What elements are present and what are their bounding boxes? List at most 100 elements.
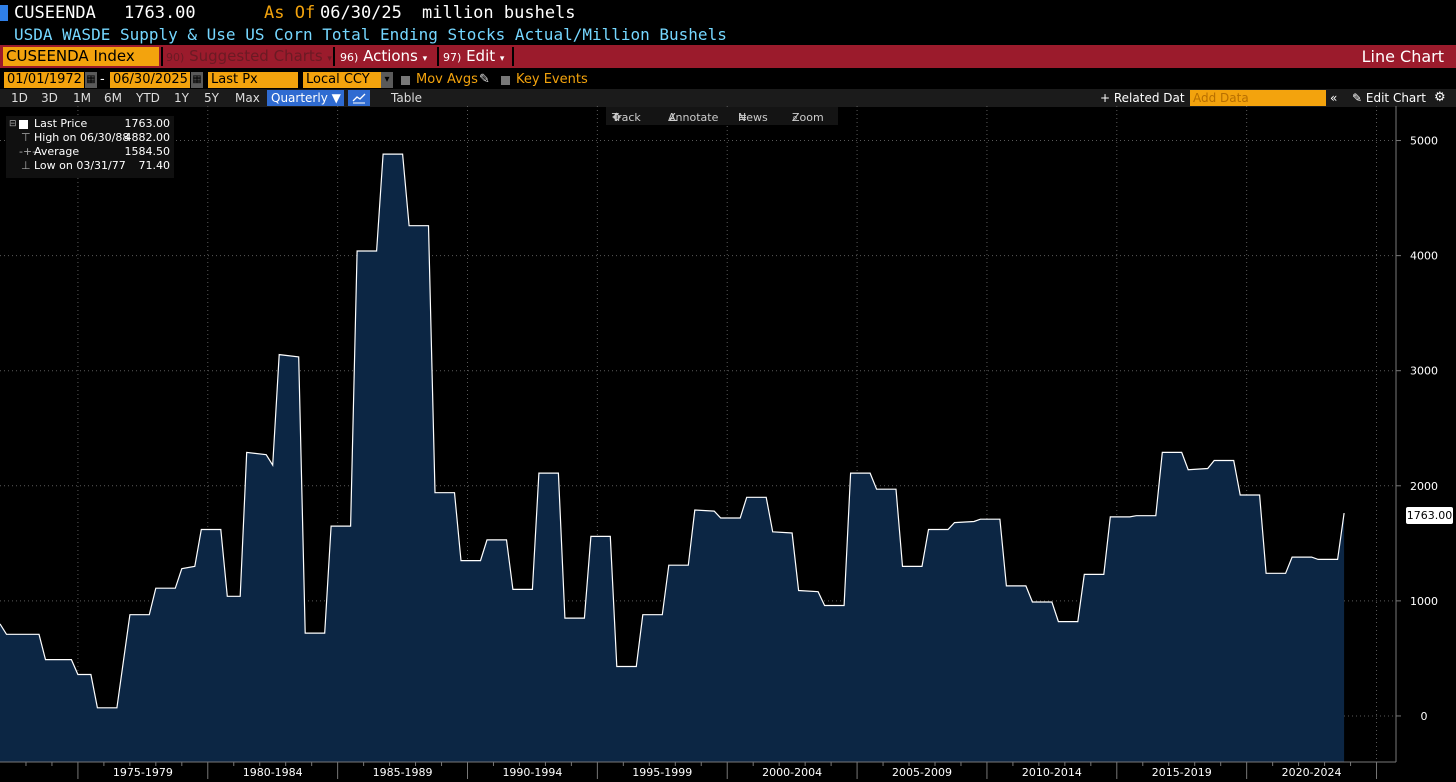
chart-style-svg xyxy=(352,93,366,104)
menu-separator xyxy=(437,47,439,66)
cursor-marker xyxy=(0,5,8,21)
field-select[interactable]: Last Px xyxy=(208,72,298,88)
edit-chart-button[interactable]: ✎ Edit Chart xyxy=(1352,89,1426,107)
description-row: USDA WASDE Supply & Use US Corn Total En… xyxy=(0,25,1456,45)
suggested-charts-menu[interactable]: 90) Suggested Charts ▾ xyxy=(166,47,332,66)
period-1d[interactable]: 1D xyxy=(11,89,28,107)
related-data-button[interactable]: + Related Dat xyxy=(1100,89,1185,107)
end-date-input[interactable]: 06/30/2025 xyxy=(110,72,190,88)
zoom-label: Zoom xyxy=(792,111,824,124)
y-tick-label: 5000 xyxy=(1410,135,1438,148)
frequency-select[interactable]: Quarterly ▼ xyxy=(267,90,344,106)
period-6m[interactable]: 6M xyxy=(104,89,122,107)
y-tick-label: 1000 xyxy=(1410,595,1438,608)
as-of-date: 06/30/25 xyxy=(320,3,402,23)
legend-value: 1584.50 xyxy=(124,145,171,158)
last-value-tag: 1763.00 xyxy=(1406,507,1453,524)
key-events-checkbox[interactable] xyxy=(501,76,510,85)
legend-marker xyxy=(19,120,28,129)
period-max[interactable]: Max xyxy=(235,89,260,107)
edit-chart-label: Edit Chart xyxy=(1365,91,1426,105)
date-dash: - xyxy=(100,72,105,87)
legend-name: Low on 03/31/77 xyxy=(34,159,126,172)
high-marker-icon: ⊤ xyxy=(21,131,31,144)
x-tick-label: 1975-1979 xyxy=(113,766,173,779)
actions-arrow-icon: ▾ xyxy=(422,54,428,64)
x-tick-label: 2000-2004 xyxy=(762,766,822,779)
legend-value: 71.40 xyxy=(138,159,171,172)
legend-last-price: ⊟ Last Price 1763.00 xyxy=(6,117,174,131)
currency-dropdown-icon[interactable]: ▾ xyxy=(381,72,393,88)
x-tick-label: 2005-2009 xyxy=(892,766,952,779)
security-description: USDA WASDE Supply & Use US Corn Total En… xyxy=(14,25,727,44)
last-value: 1763.00 xyxy=(124,3,196,23)
key-events-label[interactable]: Key Events xyxy=(516,72,588,88)
x-tick-labels: 1975-1979 1980-1984 1985-1989 1990-1994 1995… xyxy=(25,762,1378,779)
as-of-label: As Of xyxy=(264,3,316,23)
suggested-num: 90) xyxy=(166,51,185,64)
mov-avgs-checkbox[interactable] xyxy=(401,76,410,85)
legend-name: High on 06/30/88 xyxy=(34,131,130,144)
annotate-label: Annotate xyxy=(668,111,719,124)
security-input[interactable]: CUSEENDA Index xyxy=(3,47,159,66)
header-row: CUSEENDA 1763.00 As Of 06/30/25 million … xyxy=(0,0,1456,26)
edit-label: Edit xyxy=(466,47,496,65)
x-tick-label: 2020-2024 xyxy=(1282,766,1342,779)
pencil-icon[interactable]: ✎ xyxy=(479,72,490,88)
suggested-arrow-icon: ▾ xyxy=(327,54,332,64)
y-tick-label: 0 xyxy=(1421,710,1428,723)
period-1m[interactable]: 1M xyxy=(73,89,91,107)
frequency-arrow-icon: ▼ xyxy=(331,91,341,105)
legend-average: -+- Average 1584.50 xyxy=(6,145,174,159)
x-tick-label: 2015-2019 xyxy=(1152,766,1212,779)
gear-icon[interactable]: ⚙ xyxy=(1434,89,1446,107)
edit-pencil-icon: ✎ xyxy=(1352,91,1363,105)
legend-toggle-icon[interactable]: ⊟ xyxy=(9,117,17,131)
end-calendar-icon[interactable]: ▦ xyxy=(191,72,203,88)
edit-menu[interactable]: 97) Edit ▾ xyxy=(443,47,504,66)
legend-value: 1763.00 xyxy=(124,117,171,130)
x-tick-label: 1995-1999 xyxy=(632,766,692,779)
actions-label: Actions xyxy=(363,47,418,65)
menu-bar: CUSEENDA Index 90) Suggested Charts ▾ 96… xyxy=(0,45,1456,68)
start-date-input[interactable]: 01/01/1972 xyxy=(4,72,84,88)
period-5y[interactable]: 5Y xyxy=(204,89,219,107)
actions-num: 96) xyxy=(340,51,359,64)
chart-tools: ✥ Track ∠ Annotate ≡ News ⌕ Zoom xyxy=(606,107,838,125)
legend-value: 4882.00 xyxy=(124,131,171,144)
chart-area[interactable]: 0 1000 2000 3000 4000 5000 1975-1979 1980-1984… xyxy=(0,106,1456,782)
menu-separator xyxy=(512,47,514,66)
track-label: Track xyxy=(612,111,641,124)
legend-panel: ⊟ Last Price 1763.00 ⊤ High on 06/30/88 … xyxy=(6,116,174,178)
currency-select[interactable]: Local CCY xyxy=(303,72,381,88)
actions-menu[interactable]: 96) Actions ▾ xyxy=(340,47,427,66)
ticker-code: CUSEENDA xyxy=(14,3,96,23)
period-1y[interactable]: 1Y xyxy=(174,89,189,107)
frequency-label: Quarterly xyxy=(271,91,328,105)
legend-name: Average xyxy=(34,145,80,158)
edit-arrow-icon: ▾ xyxy=(499,54,505,64)
add-data-input[interactable]: Add Data xyxy=(1190,90,1326,106)
chart-style-icon[interactable] xyxy=(348,90,370,106)
x-tick-label: 1985-1989 xyxy=(373,766,433,779)
period-ytd[interactable]: YTD xyxy=(136,89,160,107)
news-label: News xyxy=(738,111,768,124)
y-tick-labels: 0 1000 2000 3000 4000 5000 xyxy=(1396,135,1438,723)
menu-separator xyxy=(161,47,163,66)
start-calendar-icon[interactable]: ▦ xyxy=(85,72,97,88)
x-tick-label: 2010-2014 xyxy=(1022,766,1082,779)
toolbar-row: 1D 3D 1M 6M YTD 1Y 5Y Max Quarterly ▼ Ta… xyxy=(0,89,1456,107)
unit-label: million bushels xyxy=(422,3,576,23)
y-tick-label: 3000 xyxy=(1410,365,1438,378)
suggested-label: Suggested Charts xyxy=(189,47,323,65)
legend-name: Last Price xyxy=(34,117,88,130)
legend-low: ⊥ Low on 03/31/77 71.40 xyxy=(6,159,174,173)
mov-avgs-label[interactable]: Mov Avgs xyxy=(416,72,478,88)
y-tick-label: 2000 xyxy=(1410,480,1438,493)
period-3d[interactable]: 3D xyxy=(41,89,58,107)
chart-type-label[interactable]: Line Chart xyxy=(1362,47,1444,66)
collapse-icon[interactable]: « xyxy=(1330,89,1337,107)
low-marker-icon: ⊥ xyxy=(21,159,31,172)
x-tick-label: 1990-1994 xyxy=(502,766,562,779)
table-button[interactable]: Table xyxy=(391,89,422,107)
